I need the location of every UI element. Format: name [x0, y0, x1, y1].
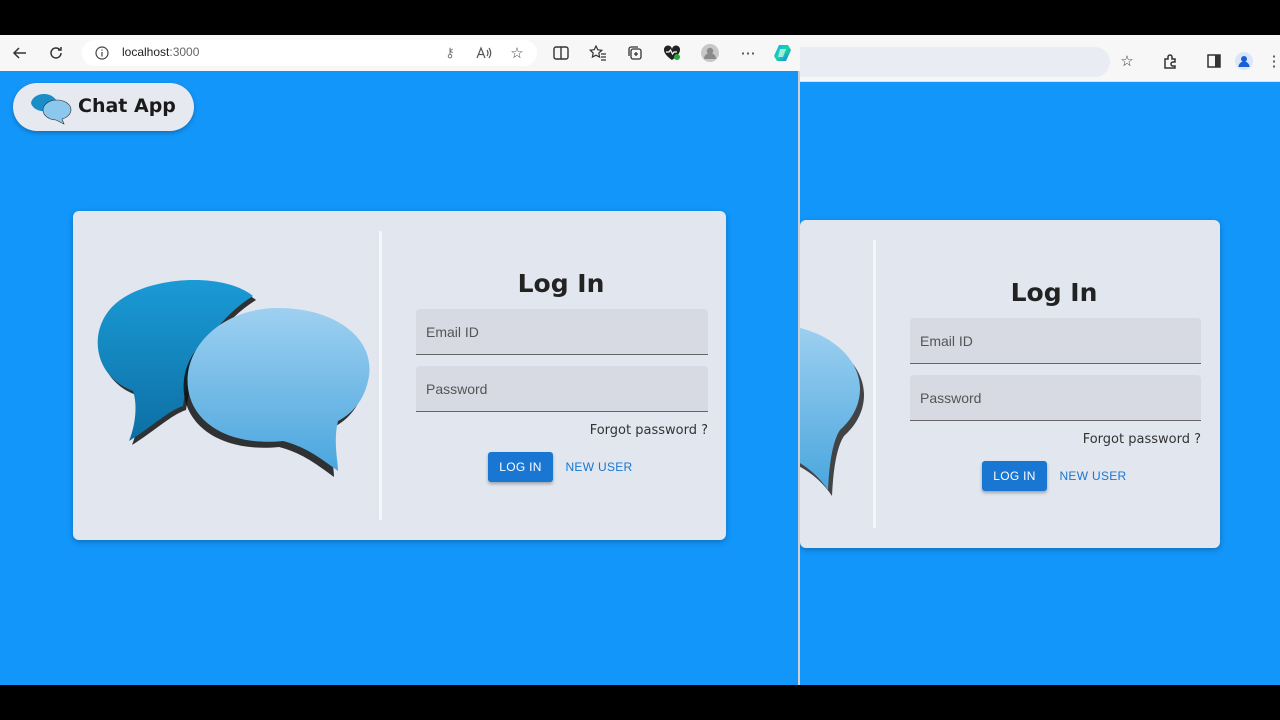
password-field[interactable] — [910, 375, 1201, 421]
password-input[interactable] — [416, 366, 708, 411]
login-title: Log In — [517, 269, 605, 298]
back-browser-window: ☆ ⋮ Log In Forgot password ? LOG IN — [800, 35, 1280, 685]
login-title: Log In — [1010, 278, 1098, 307]
email-field[interactable] — [910, 318, 1201, 364]
screen-top-bar — [0, 0, 1280, 35]
email-input[interactable] — [416, 309, 708, 354]
url-host: localhost — [122, 45, 170, 59]
password-input[interactable] — [910, 375, 1201, 420]
screen-bottom-bar — [0, 685, 1280, 720]
login-card: Log In Forgot password ? LOG IN NEW USER — [73, 211, 726, 540]
card-divider — [379, 231, 382, 520]
email-input[interactable] — [910, 318, 1201, 363]
star-icon[interactable]: ☆ — [1115, 49, 1139, 73]
menu-dots-icon[interactable]: ⋮ — [1262, 49, 1280, 73]
refresh-icon[interactable] — [44, 41, 68, 65]
chat-logo-icon — [31, 93, 72, 125]
forgot-password-link[interactable]: Forgot password ? — [1000, 432, 1201, 447]
collections-icon[interactable] — [623, 41, 647, 65]
profile-icon[interactable] — [1232, 49, 1256, 73]
more-options-icon[interactable]: ⋯ — [736, 41, 760, 65]
key-icon[interactable]: ⚷ — [438, 41, 462, 65]
back-browser-toolbar: ☆ ⋮ — [800, 35, 1280, 82]
back-arrow-icon[interactable] — [8, 41, 32, 65]
address-bar[interactable]: localhost:3000 ⚷ ☆ — [82, 40, 537, 66]
back-address-bar[interactable] — [800, 47, 1110, 77]
new-user-button[interactable]: NEW USER — [1058, 461, 1128, 491]
info-icon[interactable] — [90, 41, 114, 65]
password-field[interactable] — [416, 366, 708, 412]
login-button[interactable]: LOG IN — [982, 461, 1047, 491]
chat-bubbles-icon — [97, 279, 370, 477]
extensions-icon[interactable] — [1158, 49, 1182, 73]
url-text: localhost:3000 — [122, 45, 199, 59]
back-login-card: Log In Forgot password ? LOG IN NEW USER — [800, 220, 1220, 548]
front-browser-toolbar: localhost:3000 ⚷ ☆ ⋯ — [0, 35, 800, 71]
forgot-password-link[interactable]: Forgot password ? — [507, 423, 708, 438]
browser-essentials-icon[interactable] — [660, 41, 684, 65]
read-aloud-icon[interactable] — [472, 41, 496, 65]
chat-bubble-icon — [800, 327, 864, 496]
split-screen-icon[interactable] — [549, 41, 573, 65]
url-port: :3000 — [169, 45, 200, 59]
copilot-icon[interactable] — [771, 41, 795, 65]
favorite-star-icon[interactable]: ☆ — [505, 41, 529, 65]
profile-avatar-icon[interactable] — [698, 41, 722, 65]
side-panel-icon[interactable] — [1202, 49, 1226, 73]
favorites-icon[interactable] — [586, 41, 610, 65]
new-user-button[interactable]: NEW USER — [564, 452, 634, 482]
login-button[interactable]: LOG IN — [488, 452, 553, 482]
brand-header: Chat App — [13, 83, 194, 131]
card-divider — [873, 240, 876, 528]
brand-title: Chat App — [78, 95, 176, 117]
email-field[interactable] — [416, 309, 708, 355]
front-browser-window: localhost:3000 ⚷ ☆ ⋯ Chat App Log In Ema… — [0, 35, 800, 685]
